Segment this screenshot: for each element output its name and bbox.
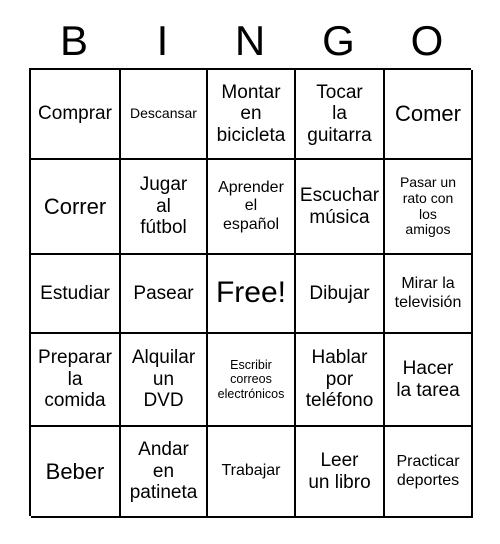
bingo-cell[interactable]: Pasear: [121, 255, 208, 334]
bingo-cell-label: Dibujar: [309, 282, 370, 304]
header-letter-n: N: [234, 17, 266, 64]
bingo-cell[interactable]: Jugar al fútbol: [121, 160, 208, 255]
bingo-cell-label: Aprender el español: [218, 179, 284, 233]
bingo-cell[interactable]: Andar en patineta: [121, 427, 208, 518]
bingo-cell-label: Escuchar música: [299, 184, 380, 228]
bingo-cell-label: Correr: [43, 193, 107, 219]
bingo-cell[interactable]: Practicar deportes: [385, 427, 473, 518]
bingo-cell-label: Pasear: [133, 282, 194, 304]
bingo-cell[interactable]: Leer un libro: [296, 427, 385, 518]
bingo-cell[interactable]: Mirar la televisión: [385, 255, 473, 334]
bingo-cell-label: Descansar: [130, 105, 197, 122]
bingo-cell[interactable]: Pasar un rato con los amigos: [385, 160, 473, 255]
bingo-cell-label: Hablar por teléfono: [305, 347, 374, 412]
bingo-cell-label: Andar en patineta: [129, 439, 198, 504]
bingo-cell[interactable]: Dibujar: [296, 255, 385, 334]
header-letter-o: O: [410, 17, 444, 64]
bingo-cell-label: Free!: [215, 276, 287, 310]
bingo-cell[interactable]: Hacer la tarea: [385, 334, 473, 427]
bingo-cell[interactable]: Comer: [385, 70, 473, 160]
bingo-cell[interactable]: Tocar la guitarra: [296, 70, 385, 160]
bingo-cell-label: Mirar la televisión: [394, 275, 462, 311]
bingo-cell[interactable]: Beber: [31, 427, 121, 518]
bingo-cell-label: Montar en bicicleta: [216, 81, 286, 146]
bingo-cell-label: Tocar la guitarra: [307, 81, 372, 146]
header-letter-b: B: [59, 17, 88, 64]
bingo-cell-label: Jugar al fútbol: [139, 174, 188, 239]
bingo-cell-label: Trabajar: [221, 462, 281, 480]
bingo-cell[interactable]: Descansar: [121, 70, 208, 160]
bingo-cell-label: Leer un libro: [308, 449, 371, 493]
bingo-card: B I N G O Comprar Descansar Montar en bici…: [0, 0, 500, 544]
bingo-cell-label: Estudiar: [40, 282, 110, 304]
bingo-cell-label: Alquilar un DVD: [131, 347, 196, 412]
bingo-cell[interactable]: Hablar por teléfono: [296, 334, 385, 427]
header-letter-g: G: [322, 17, 355, 64]
bingo-cell[interactable]: Trabajar: [208, 427, 296, 518]
bingo-cell-label: Pasar un rato con los amigos: [399, 173, 457, 238]
bingo-cell[interactable]: Escribir correos electrónicos: [208, 334, 296, 427]
bingo-cell[interactable]: Montar en bicicleta: [208, 70, 296, 160]
bingo-cell-label: Comprar: [38, 103, 112, 125]
bingo-cell[interactable]: Preparar la comida: [31, 334, 121, 427]
bingo-cell[interactable]: Escuchar música: [296, 160, 385, 255]
bingo-cell[interactable]: Free!: [208, 255, 296, 334]
bingo-cell-label: Escribir correos electrónicos: [217, 358, 285, 401]
header-letter-i: I: [156, 17, 169, 64]
bingo-grid: Comprar Descansar Montar en bicicleta Tocar…: [29, 68, 473, 518]
bingo-cell[interactable]: Estudiar: [31, 255, 121, 334]
bingo-cell[interactable]: Alquilar un DVD: [121, 334, 208, 427]
bingo-cell[interactable]: Comprar: [31, 70, 121, 160]
bingo-cell-label: Preparar la comida: [38, 347, 112, 412]
bingo-cell-label: Beber: [45, 458, 105, 484]
bingo-cell-label: Hacer la tarea: [396, 357, 460, 401]
bingo-cell[interactable]: Correr: [31, 160, 121, 255]
bingo-cell[interactable]: Aprender el español: [208, 160, 296, 255]
bingo-cell-label: Comer: [394, 101, 461, 127]
bingo-cell-label: Practicar deportes: [396, 453, 460, 489]
bingo-header: B I N G O: [29, 14, 471, 68]
